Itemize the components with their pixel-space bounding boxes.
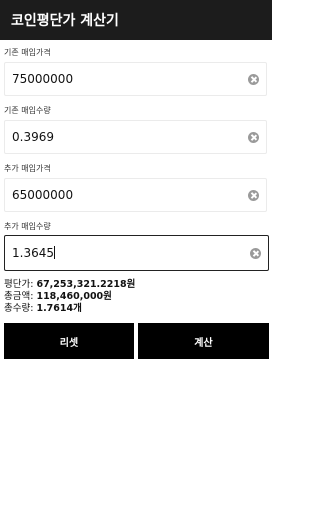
clear-icon[interactable] — [248, 74, 259, 85]
average-price-row: 평단가: 67,253,321.2218원 — [4, 279, 135, 291]
added-qty-label: 추가 매입수량 — [4, 222, 51, 231]
total-amount-row: 총금액: 118,460,000원 — [4, 291, 135, 303]
total-quantity-value: 1.7614개 — [36, 303, 82, 314]
added-price-value: 65000000 — [12, 188, 74, 202]
clear-icon[interactable] — [248, 190, 259, 201]
added-price-field[interactable]: 65000000 — [4, 178, 267, 212]
existing-price-field[interactable]: 75000000 — [4, 62, 267, 96]
total-amount-label: 총금액: — [4, 291, 37, 302]
calculate-button[interactable]: 계산 — [138, 323, 269, 359]
existing-price-value: 75000000 — [12, 72, 74, 86]
added-price-label: 추가 매입가격 — [4, 164, 51, 173]
total-quantity-label: 총수량: — [4, 303, 37, 314]
app-bar: 코인평단가 계산기 — [0, 0, 272, 40]
existing-price-label: 기존 매입가격 — [4, 48, 51, 57]
existing-qty-field[interactable]: 0.3969 — [4, 120, 267, 154]
reset-button[interactable]: 리셋 — [4, 323, 134, 359]
added-qty-field[interactable]: 1.3645 — [4, 235, 269, 271]
added-qty-value: 1.3645 — [12, 246, 54, 260]
clear-icon[interactable] — [250, 248, 261, 259]
clear-icon[interactable] — [248, 132, 259, 143]
results-panel: 평단가: 67,253,321.2218원 총금액: 118,460,000원 … — [4, 279, 135, 315]
total-quantity-row: 총수량: 1.7614개 — [4, 303, 135, 315]
total-amount-value: 118,460,000원 — [36, 291, 112, 302]
average-price-value: 67,253,321.2218원 — [36, 279, 136, 290]
existing-qty-value: 0.3969 — [12, 130, 54, 144]
text-cursor — [54, 246, 55, 259]
existing-qty-label: 기존 매입수량 — [4, 106, 51, 115]
app-title: 코인평단가 계산기 — [11, 13, 119, 29]
average-price-label: 평단가: — [4, 279, 37, 290]
